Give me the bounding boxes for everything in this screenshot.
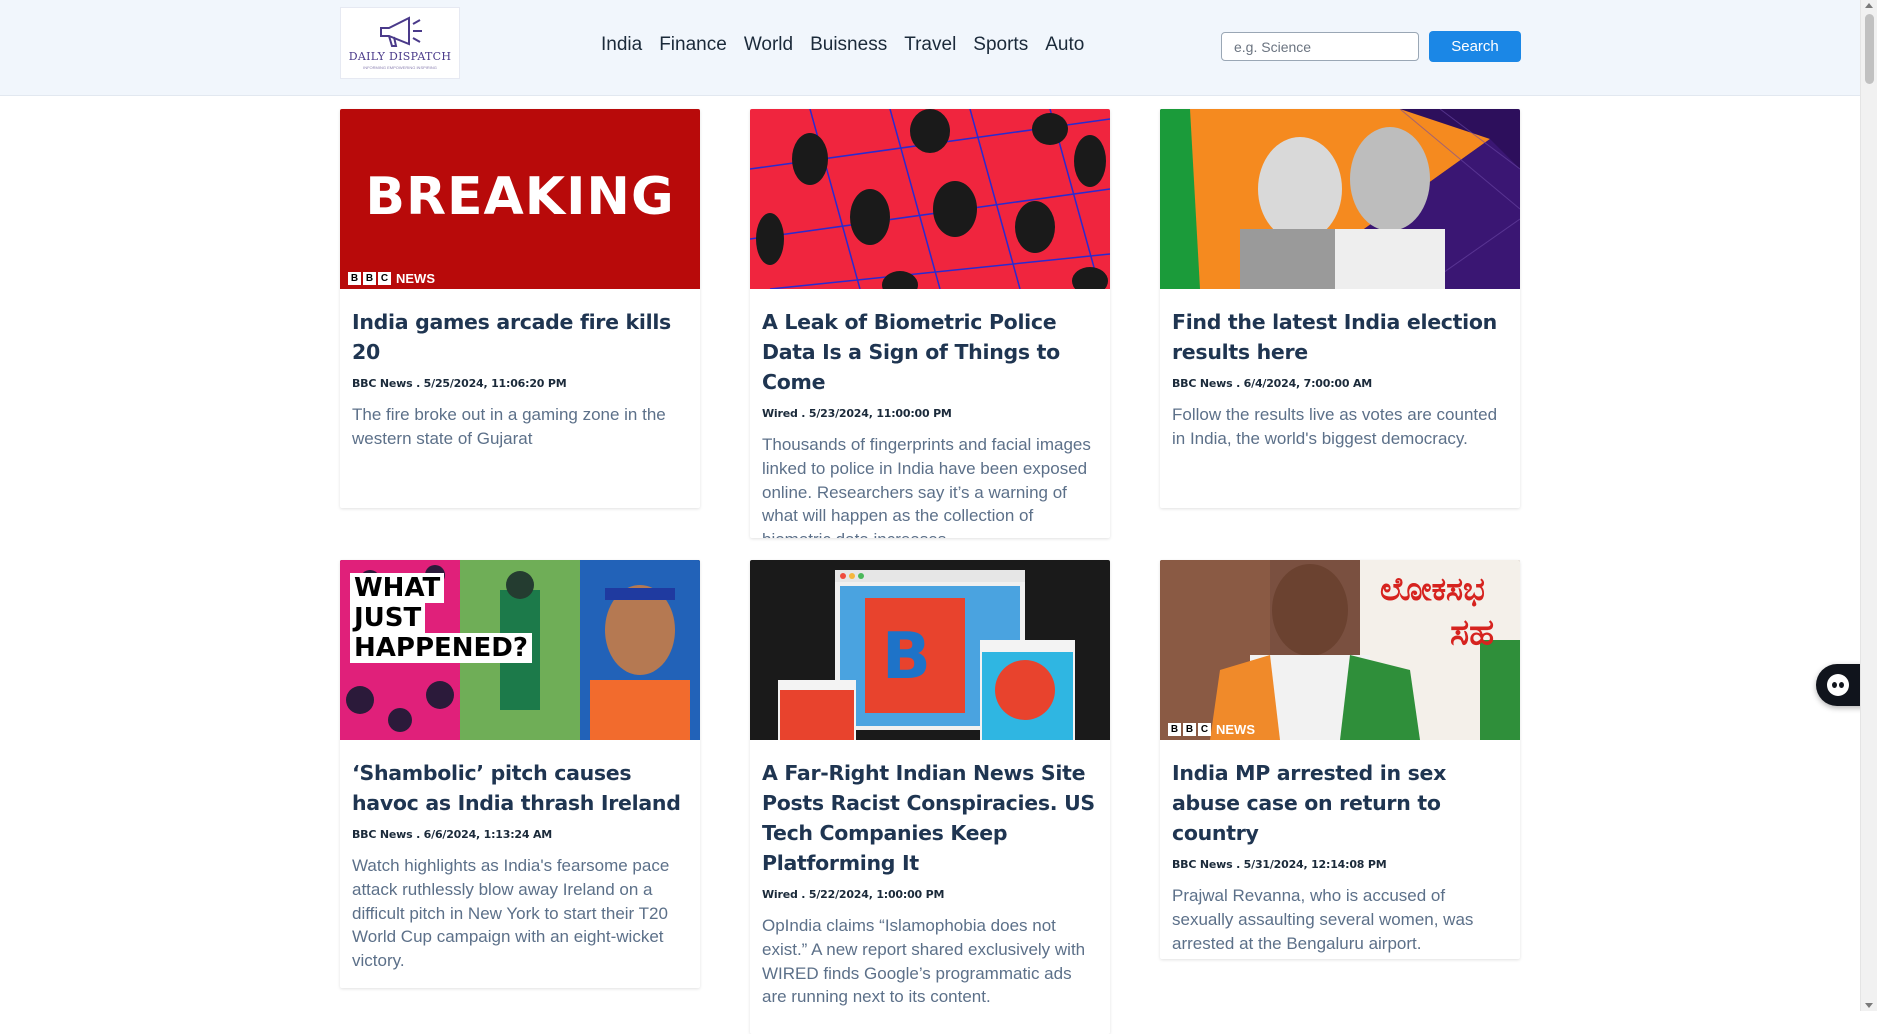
top-navbar: DAILY DISPATCH INFORMING EMPOWERING INSP… bbox=[0, 0, 1860, 96]
article-description: Thousands of fingerprints and facial ima… bbox=[762, 435, 1091, 538]
article-image-election[interactable] bbox=[1160, 109, 1520, 289]
article-description: Prajwal Revanna, who is accused of sexua… bbox=[1172, 886, 1474, 953]
bot-face-icon bbox=[1827, 674, 1849, 696]
bbc-news-logo: B B C NEWS bbox=[1168, 722, 1255, 737]
nav-link-business[interactable]: Buisness bbox=[810, 34, 887, 56]
article-meta: BBC News . 6/4/2024, 7:00:00 AM bbox=[1172, 377, 1373, 390]
nav-link-travel[interactable]: Travel bbox=[904, 34, 956, 56]
breaking-text: BREAKING bbox=[365, 167, 675, 227]
article-description: Watch highlights as India's fearsome pac… bbox=[352, 856, 670, 971]
article-card[interactable]: ಲೋಕಸಭ ಸಹ B B C NEWS India MP arrested in… bbox=[1160, 560, 1520, 959]
kannada-banner-text-2: ಸಹ bbox=[1450, 612, 1495, 653]
page-scrollbar[interactable] bbox=[1860, 0, 1877, 1011]
article-title[interactable]: A Far-Right Indian News Site Posts Racis… bbox=[762, 758, 1098, 878]
what-just-happened-label: WHAT JUST HAPPENED? bbox=[350, 573, 532, 663]
article-card[interactable]: A Leak of Biometric Police Data Is a Sig… bbox=[750, 109, 1110, 538]
article-meta: BBC News . 5/31/2024, 12:14:08 PM bbox=[1172, 858, 1387, 871]
b-logo: B bbox=[882, 620, 931, 694]
nav-link-world[interactable]: World bbox=[744, 34, 793, 56]
article-image-cricket[interactable]: WHAT JUST HAPPENED? bbox=[340, 560, 700, 740]
search-input[interactable] bbox=[1221, 32, 1419, 61]
kannada-banner-text: ಲೋಕಸಭ bbox=[1380, 570, 1485, 608]
election-graphic bbox=[1160, 109, 1520, 289]
article-title[interactable]: A Leak of Biometric Police Data Is a Sig… bbox=[762, 307, 1098, 397]
article-card[interactable]: Find the latest India election results h… bbox=[1160, 109, 1520, 508]
nav-link-finance[interactable]: Finance bbox=[659, 34, 727, 56]
site-logo[interactable]: DAILY DISPATCH INFORMING EMPOWERING INSP… bbox=[340, 7, 460, 79]
article-image-news-site[interactable]: B bbox=[750, 560, 1110, 740]
article-description: Follow the results live as votes are cou… bbox=[1172, 405, 1498, 448]
category-nav: India Finance World Buisness Travel Spor… bbox=[601, 34, 1084, 56]
article-image-breaking[interactable]: BREAKING B B C NEWS bbox=[340, 109, 700, 289]
scrollbar-thumb[interactable] bbox=[1865, 14, 1874, 84]
logo-title: DAILY DISPATCH bbox=[348, 50, 452, 63]
article-description: OpIndia claims “Islamophobia does not ex… bbox=[762, 916, 1086, 1007]
article-title[interactable]: Find the latest India election results h… bbox=[1172, 307, 1508, 367]
article-image-fingerprints[interactable] bbox=[750, 109, 1110, 289]
nav-link-sports[interactable]: Sports bbox=[973, 34, 1028, 56]
scroll-down-arrow-icon[interactable] bbox=[1865, 1003, 1873, 1008]
nav-link-india[interactable]: India bbox=[601, 34, 642, 56]
article-title[interactable]: India games arcade fire kills 20 bbox=[352, 307, 688, 367]
nav-link-auto[interactable]: Auto bbox=[1045, 34, 1084, 56]
article-title[interactable]: India MP arrested in sex abuse case on r… bbox=[1172, 758, 1508, 848]
article-meta: BBC News . 5/25/2024, 11:06:20 PM bbox=[352, 377, 567, 390]
bbc-news-logo: B B C NEWS bbox=[348, 271, 435, 286]
logo-tagline: INFORMING EMPOWERING INSPIRING bbox=[363, 65, 437, 70]
article-card[interactable]: WHAT JUST HAPPENED? ‘Shambolic’ pitch ca… bbox=[340, 560, 700, 988]
article-meta: BBC News . 6/6/2024, 1:13:24 AM bbox=[352, 828, 553, 841]
article-title[interactable]: ‘Shambolic’ pitch causes havoc as India … bbox=[352, 758, 688, 818]
fingerprint-grid-illustration bbox=[750, 109, 1110, 289]
article-image-mp-arrest[interactable]: ಲೋಕಸಭ ಸಹ B B C NEWS bbox=[1160, 560, 1520, 740]
article-meta: Wired . 5/22/2024, 1:00:00 PM bbox=[762, 888, 945, 901]
article-card[interactable]: B A Far-Right Indian News Site Posts Rac… bbox=[750, 560, 1110, 1034]
article-card[interactable]: BREAKING B B C NEWS India games arcade f… bbox=[340, 109, 700, 508]
article-description: The fire broke out in a gaming zone in t… bbox=[352, 405, 666, 448]
megaphone-icon bbox=[380, 16, 422, 47]
search-button[interactable]: Search bbox=[1429, 31, 1521, 62]
scroll-up-arrow-icon[interactable] bbox=[1865, 3, 1873, 8]
article-meta: Wired . 5/23/2024, 11:00:00 PM bbox=[762, 407, 952, 420]
